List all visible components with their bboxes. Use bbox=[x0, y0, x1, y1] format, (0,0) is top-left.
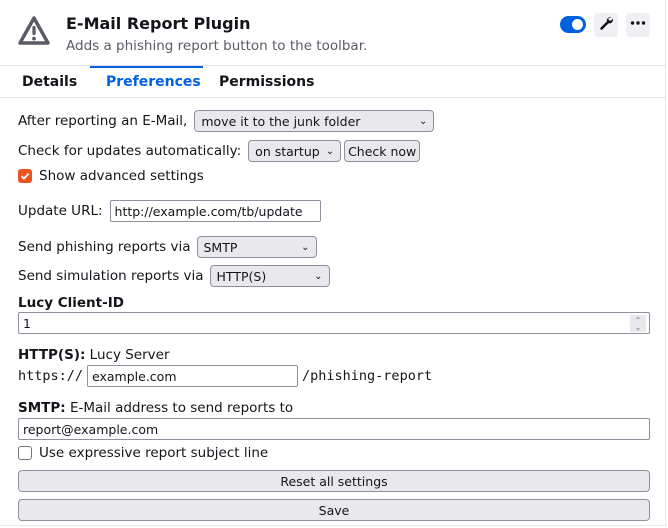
save-button[interactable]: Save bbox=[18, 499, 650, 521]
simulation-via-value: HTTP(S) bbox=[216, 268, 267, 284]
number-spinner[interactable]: ⌃ ⌄ bbox=[630, 315, 646, 332]
reset-all-settings-button[interactable]: Reset all settings bbox=[18, 470, 650, 492]
chevron-down-icon: ⌄ bbox=[325, 145, 335, 157]
check-updates-row: Check for updates automatically: on star… bbox=[18, 140, 421, 162]
http-server-label-rest: Lucy Server bbox=[85, 347, 170, 363]
after-reporting-row: After reporting an E-Mail, move it to th… bbox=[18, 110, 435, 132]
client-id-value: 1 bbox=[23, 315, 31, 331]
show-advanced-checkbox[interactable] bbox=[18, 169, 32, 183]
wrench-icon bbox=[598, 15, 614, 35]
after-reporting-value: move it to the junk folder bbox=[201, 113, 361, 129]
phishing-via-value: SMTP bbox=[203, 239, 238, 255]
toggle-knob bbox=[572, 19, 583, 30]
check-now-button[interactable]: Check now bbox=[344, 140, 421, 162]
client-id-input[interactable]: 1 ⌃ ⌄ bbox=[18, 312, 650, 334]
check-updates-select[interactable]: on startup ⌄ bbox=[248, 140, 342, 162]
http-server-label-bold: HTTP(S): bbox=[18, 347, 86, 363]
preferences-wrench-button[interactable] bbox=[594, 13, 618, 37]
update-url-row: Update URL: http://example.com/tb/update bbox=[18, 200, 321, 222]
warning-triangle-icon bbox=[16, 14, 52, 48]
more-options-button[interactable] bbox=[626, 13, 650, 37]
check-updates-label: Check for updates automatically: bbox=[18, 143, 242, 159]
http-server-suffix: /phishing-report bbox=[302, 368, 433, 384]
expressive-subject-checkbox[interactable] bbox=[18, 446, 32, 460]
addon-description: Adds a phishing report button to the too… bbox=[66, 38, 368, 54]
simulation-via-label: Send simulation reports via bbox=[18, 268, 204, 284]
smtp-label-rest: E-Mail address to send reports to bbox=[65, 400, 294, 416]
http-server-input[interactable]: example.com bbox=[87, 365, 299, 387]
client-id-label: Lucy Client-ID bbox=[18, 295, 124, 311]
chevron-down-icon: ⌄ bbox=[634, 322, 642, 332]
preferences-panel: After reporting an E-Mail, move it to th… bbox=[0, 98, 666, 526]
http-server-row: https:// example.com /phishing-report bbox=[18, 365, 432, 387]
tab-details[interactable]: Details bbox=[22, 74, 77, 90]
check-updates-value: on startup bbox=[255, 143, 320, 159]
after-reporting-select[interactable]: move it to the junk folder ⌄ bbox=[194, 110, 435, 132]
smtp-label: SMTP: E-Mail address to send reports to bbox=[18, 400, 293, 416]
tab-bar: Details Preferences Permissions bbox=[0, 66, 666, 98]
expressive-subject-label: Use expressive report subject line bbox=[39, 445, 269, 461]
update-url-input[interactable]: http://example.com/tb/update bbox=[109, 200, 321, 222]
more-horizontal-icon bbox=[630, 15, 646, 35]
smtp-email-input[interactable]: report@example.com bbox=[18, 418, 650, 440]
chevron-down-icon: ⌄ bbox=[418, 115, 428, 127]
smtp-label-bold: SMTP: bbox=[18, 400, 66, 416]
simulation-via-row: Send simulation reports via HTTP(S) ⌄ bbox=[18, 265, 330, 287]
chevron-down-icon: ⌄ bbox=[301, 241, 310, 253]
http-server-prefix: https:// bbox=[18, 368, 84, 384]
simulation-via-select[interactable]: HTTP(S) ⌄ bbox=[209, 265, 330, 287]
phishing-via-select[interactable]: SMTP ⌄ bbox=[196, 236, 317, 258]
phishing-via-label: Send phishing reports via bbox=[18, 239, 191, 255]
phishing-via-row: Send phishing reports via SMTP ⌄ bbox=[18, 236, 317, 258]
show-advanced-label: Show advanced settings bbox=[39, 168, 204, 184]
addon-enable-toggle[interactable] bbox=[560, 16, 586, 33]
http-server-label: HTTP(S): Lucy Server bbox=[18, 347, 170, 363]
tab-preferences[interactable]: Preferences bbox=[106, 74, 201, 90]
show-advanced-row: Show advanced settings bbox=[18, 168, 204, 184]
after-reporting-label: After reporting an E-Mail, bbox=[18, 113, 188, 129]
addon-header: E-Mail Report Plugin Adds a phishing rep… bbox=[0, 0, 666, 66]
tab-permissions[interactable]: Permissions bbox=[219, 74, 314, 90]
update-url-label: Update URL: bbox=[18, 203, 103, 219]
addon-name: E-Mail Report Plugin bbox=[66, 14, 251, 33]
active-tab-indicator bbox=[90, 66, 203, 68]
expressive-subject-row: Use expressive report subject line bbox=[18, 445, 268, 461]
addon-card: E-Mail Report Plugin Adds a phishing rep… bbox=[0, 0, 666, 526]
chevron-down-icon: ⌄ bbox=[314, 270, 323, 282]
